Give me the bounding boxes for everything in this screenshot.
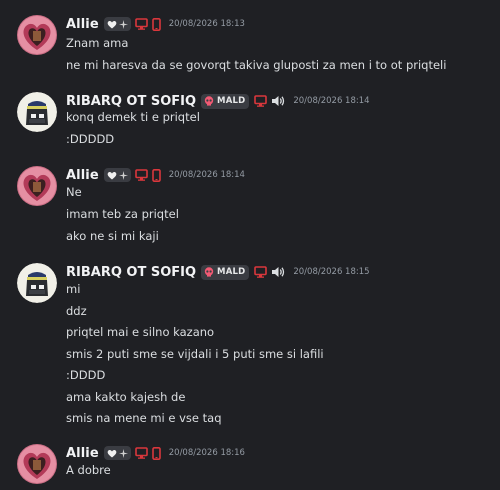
sparkle-icon (118, 19, 128, 29)
message-line: Znam ama (66, 36, 129, 50)
mobile-red-icon (151, 168, 161, 182)
message-line: ako ne si mi kaji (66, 229, 159, 243)
avatar-allie[interactable] (17, 444, 57, 484)
speaker-icon (271, 266, 285, 278)
mobile-red-icon (151, 446, 161, 460)
message-line: ddz (66, 304, 87, 318)
message-header: Allie 20/08/2026 18:13 (66, 15, 245, 33)
message-line: Ne (66, 185, 82, 199)
message-line: :DDDDD (66, 132, 115, 146)
message-line: mi (66, 282, 81, 296)
message-line: ne mi haresva da se govorqt takiva glupo… (66, 58, 447, 72)
message-line: imam teb za priqtel (66, 207, 179, 221)
sparkle-icon (118, 448, 128, 458)
message-line: :DDDD (66, 368, 106, 382)
message-line: ama kakto kajesh de (66, 390, 186, 404)
message-line: konq demek ti e priqtel (66, 110, 200, 124)
heart-badge-icon[interactable] (103, 446, 131, 460)
message-header: Allie 20/08/2026 18:16 (66, 444, 245, 462)
avatar-ribarq[interactable] (17, 92, 57, 132)
guild-tag[interactable]: MALD (201, 93, 250, 109)
timestamp: 20/08/2026 18:14 (293, 96, 370, 106)
skull-icon (204, 96, 214, 106)
speaker-icon (271, 95, 285, 107)
desktop-red-icon (134, 18, 148, 30)
guild-tag-label: MALD (217, 267, 246, 277)
message-line: smis 2 puti sme se vijdali i 5 puti sme … (66, 347, 324, 361)
username[interactable]: Allie (66, 17, 99, 32)
avatar-allie[interactable] (17, 15, 57, 55)
username[interactable]: RIBARQ OT SOFIQ (66, 94, 196, 109)
desktop-red-icon (134, 447, 148, 459)
username[interactable]: RIBARQ OT SOFIQ (66, 265, 196, 280)
desktop-red-icon (254, 95, 268, 107)
avatar-allie[interactable] (17, 166, 57, 206)
timestamp: 20/08/2026 18:16 (168, 448, 245, 458)
skull-icon (204, 267, 214, 277)
timestamp: 20/08/2026 18:13 (168, 19, 245, 29)
message-line: A dobre (66, 463, 111, 477)
heart-badge-icon[interactable] (103, 168, 131, 182)
desktop-red-icon (254, 266, 268, 278)
mobile-red-icon (151, 17, 161, 31)
message-header: RIBARQ OT SOFIQ MALD 20/08/2026 18:15 (66, 263, 370, 281)
timestamp: 20/08/2026 18:14 (168, 170, 245, 180)
username[interactable]: Allie (66, 168, 99, 183)
heart-badge-icon[interactable] (103, 17, 131, 31)
message-header: Allie 20/08/2026 18:14 (66, 166, 245, 184)
timestamp: 20/08/2026 18:15 (293, 267, 370, 277)
avatar-ribarq[interactable] (17, 263, 57, 303)
username[interactable]: Allie (66, 446, 99, 461)
guild-tag-label: MALD (217, 96, 246, 106)
message-line: smis na mene mi e vse taq (66, 411, 222, 425)
message-header: RIBARQ OT SOFIQ MALD 20/08/2026 18:14 (66, 92, 370, 110)
guild-tag[interactable]: MALD (201, 264, 250, 280)
sparkle-icon (118, 170, 128, 180)
message-line: priqtel mai e silno kazano (66, 325, 215, 339)
desktop-red-icon (134, 169, 148, 181)
